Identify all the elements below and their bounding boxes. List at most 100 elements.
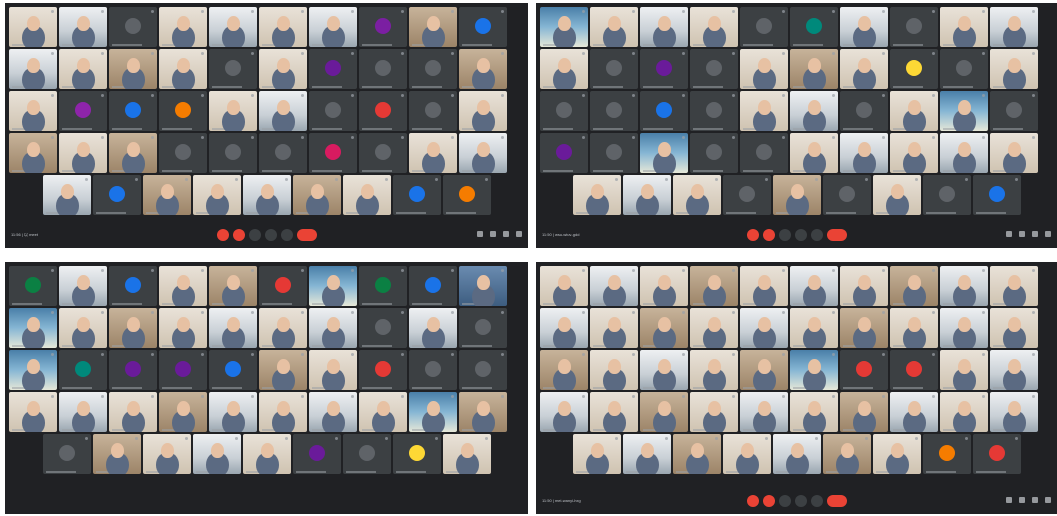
- participant-tile[interactable]: [209, 350, 257, 390]
- participant-tile[interactable]: [590, 49, 638, 89]
- participant-tile[interactable]: [740, 133, 788, 173]
- participant-tile[interactable]: [872, 175, 921, 215]
- participant-tile[interactable]: [159, 133, 207, 173]
- participant-tile[interactable]: [92, 434, 141, 474]
- participant-tile[interactable]: [640, 308, 688, 348]
- participant-tile[interactable]: [259, 392, 307, 432]
- participant-tile[interactable]: [309, 392, 357, 432]
- participant-tile[interactable]: [790, 308, 838, 348]
- participant-tile[interactable]: [622, 434, 671, 474]
- participant-tile[interactable]: [822, 434, 871, 474]
- participant-tile[interactable]: [840, 266, 888, 306]
- participant-tile[interactable]: [359, 7, 407, 47]
- participant-tile[interactable]: [990, 266, 1038, 306]
- participant-tile[interactable]: [242, 434, 291, 474]
- participant-tile[interactable]: [209, 7, 257, 47]
- participant-tile[interactable]: [590, 133, 638, 173]
- participant-tile[interactable]: [640, 133, 688, 173]
- activities-icon[interactable]: [1045, 497, 1051, 503]
- participant-tile[interactable]: [590, 308, 638, 348]
- participant-tile[interactable]: [890, 392, 938, 432]
- participant-tile[interactable]: [142, 434, 191, 474]
- participant-tile[interactable]: [840, 308, 888, 348]
- participant-tile[interactable]: [640, 91, 688, 131]
- participant-tile[interactable]: [9, 266, 57, 306]
- participant-tile[interactable]: [740, 7, 788, 47]
- participant-tile[interactable]: [640, 266, 688, 306]
- participant-tile[interactable]: [890, 49, 938, 89]
- participant-tile[interactable]: [772, 434, 821, 474]
- participant-tile[interactable]: [409, 266, 457, 306]
- participant-tile[interactable]: [159, 350, 207, 390]
- participant-tile[interactable]: [540, 308, 588, 348]
- participant-tile[interactable]: [459, 7, 507, 47]
- participant-tile[interactable]: [890, 7, 938, 47]
- participant-tile[interactable]: [690, 392, 738, 432]
- participant-tile[interactable]: [790, 7, 838, 47]
- end-call-icon[interactable]: [296, 229, 317, 241]
- participant-tile[interactable]: [359, 392, 407, 432]
- participant-tile[interactable]: [840, 350, 888, 390]
- present-icon[interactable]: [264, 229, 277, 241]
- participant-tile[interactable]: [690, 308, 738, 348]
- participant-tile[interactable]: [59, 7, 107, 47]
- participant-tile[interactable]: [790, 266, 838, 306]
- participant-tile[interactable]: [922, 434, 971, 474]
- people-icon[interactable]: [490, 231, 496, 237]
- participant-tile[interactable]: [459, 49, 507, 89]
- participant-tile[interactable]: [972, 434, 1021, 474]
- chat-icon[interactable]: [1032, 231, 1038, 237]
- participant-tile[interactable]: [590, 91, 638, 131]
- participant-tile[interactable]: [409, 91, 457, 131]
- participant-tile[interactable]: [359, 308, 407, 348]
- participant-tile[interactable]: [292, 434, 341, 474]
- participant-tile[interactable]: [740, 350, 788, 390]
- participant-tile[interactable]: [259, 91, 307, 131]
- participant-tile[interactable]: [59, 49, 107, 89]
- participant-tile[interactable]: [690, 266, 738, 306]
- participant-tile[interactable]: [309, 7, 357, 47]
- info-icon[interactable]: [1006, 231, 1012, 237]
- participant-tile[interactable]: [442, 175, 491, 215]
- participant-tile[interactable]: [9, 7, 57, 47]
- participant-tile[interactable]: [940, 308, 988, 348]
- participant-tile[interactable]: [890, 133, 938, 173]
- participant-tile[interactable]: [690, 350, 738, 390]
- more-icon[interactable]: [810, 229, 823, 241]
- participant-tile[interactable]: [59, 308, 107, 348]
- participant-tile[interactable]: [640, 350, 688, 390]
- participant-tile[interactable]: [972, 175, 1021, 215]
- mic-icon[interactable]: [746, 229, 759, 241]
- participant-tile[interactable]: [259, 308, 307, 348]
- participant-tile[interactable]: [890, 266, 938, 306]
- end-call-icon[interactable]: [826, 495, 847, 507]
- participant-tile[interactable]: [292, 175, 341, 215]
- participant-tile[interactable]: [309, 308, 357, 348]
- participant-tile[interactable]: [109, 308, 157, 348]
- participant-tile[interactable]: [740, 49, 788, 89]
- captions-icon[interactable]: [778, 229, 791, 241]
- camera-icon[interactable]: [232, 229, 245, 241]
- participant-tile[interactable]: [590, 392, 638, 432]
- participant-tile[interactable]: [740, 91, 788, 131]
- participant-tile[interactable]: [59, 350, 107, 390]
- participant-tile[interactable]: [690, 91, 738, 131]
- participant-tile[interactable]: [459, 308, 507, 348]
- captions-icon[interactable]: [248, 229, 261, 241]
- participant-tile[interactable]: [309, 133, 357, 173]
- participant-tile[interactable]: [540, 49, 588, 89]
- participant-tile[interactable]: [990, 49, 1038, 89]
- participant-tile[interactable]: [540, 266, 588, 306]
- participant-tile[interactable]: [540, 350, 588, 390]
- participant-tile[interactable]: [359, 91, 407, 131]
- participant-tile[interactable]: [109, 266, 157, 306]
- participant-tile[interactable]: [9, 350, 57, 390]
- participant-tile[interactable]: [540, 392, 588, 432]
- participant-tile[interactable]: [209, 49, 257, 89]
- participant-tile[interactable]: [409, 392, 457, 432]
- more-icon[interactable]: [810, 495, 823, 507]
- present-icon[interactable]: [794, 495, 807, 507]
- participant-tile[interactable]: [840, 91, 888, 131]
- participant-tile[interactable]: [940, 392, 988, 432]
- participant-tile[interactable]: [59, 266, 107, 306]
